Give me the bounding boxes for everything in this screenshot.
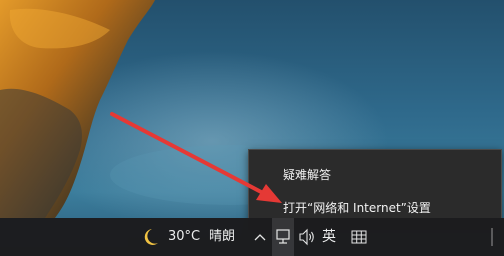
network-icon[interactable] (272, 218, 294, 256)
weather-condition[interactable]: 晴朗 (209, 218, 235, 256)
taskbar: 30°C 晴朗 英 (0, 218, 504, 256)
moon-icon[interactable] (138, 218, 160, 256)
chevron-up-icon[interactable] (252, 218, 268, 256)
show-desktop-icon[interactable] (490, 218, 502, 256)
volume-icon[interactable] (297, 218, 317, 256)
keyboard-grid-icon[interactable] (349, 218, 369, 256)
desktop-screen: 疑难解答 打开“网络和 Internet”设置 30°C 晴朗 英 (0, 0, 504, 256)
weather-temperature[interactable]: 30°C (168, 218, 200, 256)
input-method-indicator[interactable]: 英 (322, 218, 336, 256)
menu-item-troubleshoot[interactable]: 疑难解答 (249, 161, 501, 189)
